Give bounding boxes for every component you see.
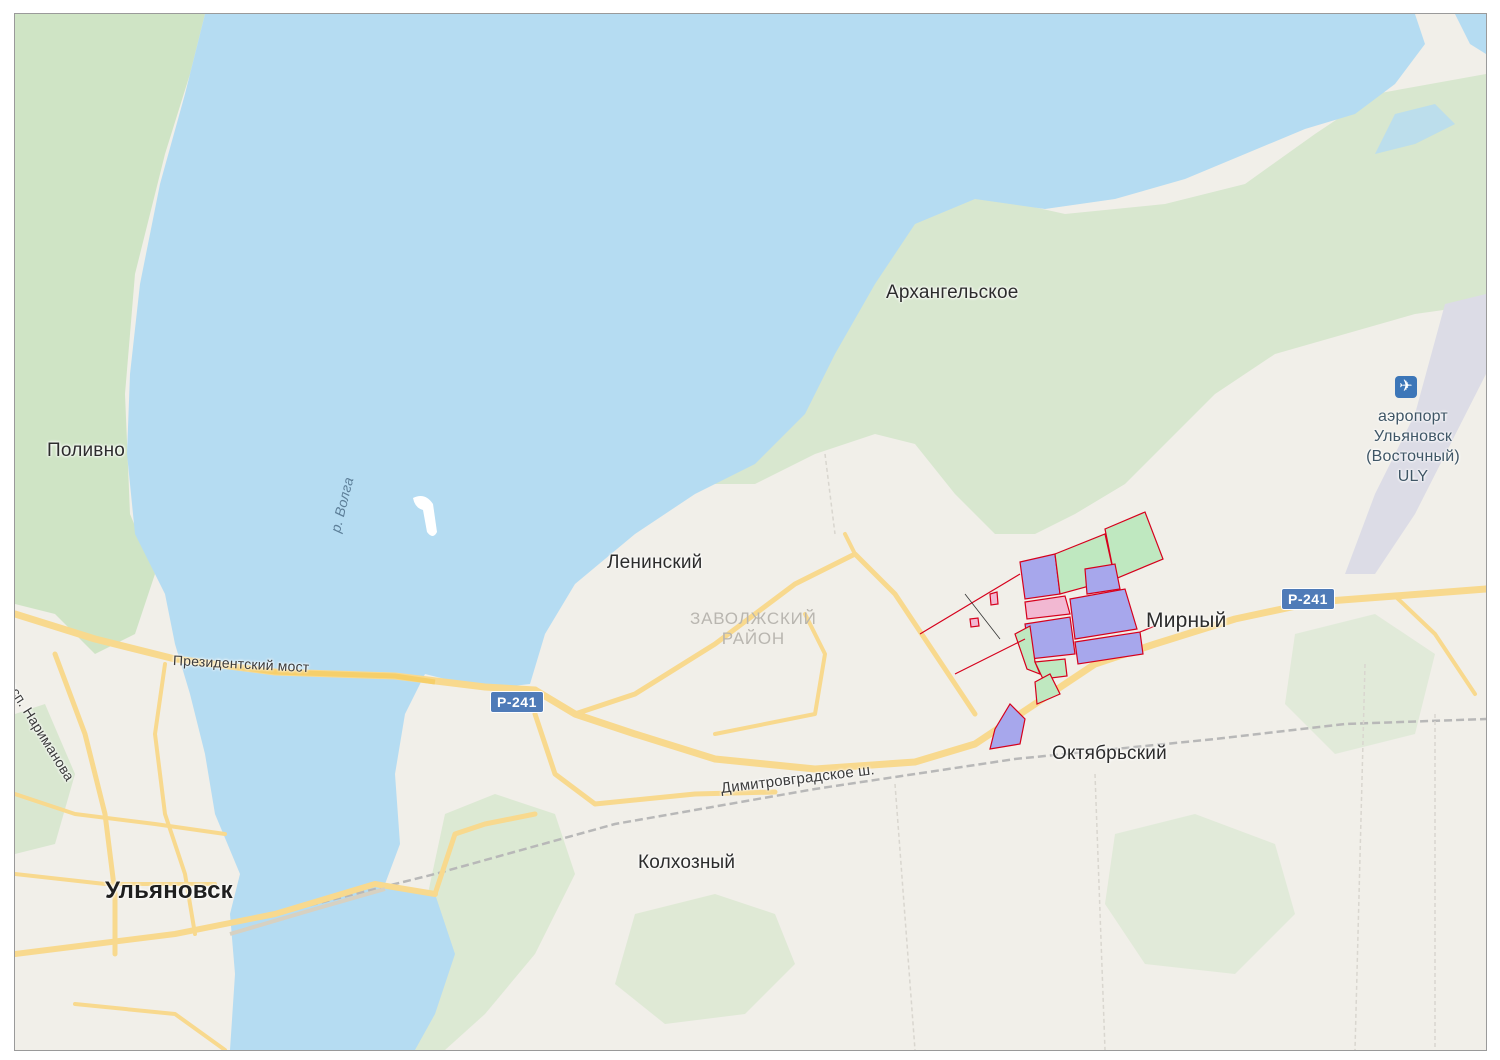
label-kolkhozny: Колхозный <box>638 852 736 873</box>
label-oktyabrsky: Октябрьский <box>1052 743 1167 764</box>
label-airport[interactable]: аэропорт Ульяновск (Восточный) ULY <box>1348 407 1478 487</box>
airport-code: ULY <box>1397 468 1429 485</box>
label-district-line1: ЗАВОЛЖСКИЙ <box>690 609 817 628</box>
label-district: ЗАВОЛЖСКИЙ РАЙОН <box>690 609 817 649</box>
airport-line2: Ульяновск <box>1373 428 1453 445</box>
airport-line1: аэропорт <box>1378 408 1448 425</box>
label-district-line2: РАЙОН <box>721 629 785 648</box>
airplane-icon[interactable]: ✈ <box>1395 376 1417 398</box>
label-leninsky: Ленинский <box>607 552 703 573</box>
map-frame: Ульяновск Поливно Ленинский ЗАВОЛЖСКИЙ Р… <box>14 13 1487 1051</box>
label-polivno: Поливно <box>47 440 126 461</box>
route-shield-r241-east: Р-241 <box>1281 588 1335 610</box>
label-arkhangelskoe: Архангельское <box>886 282 1019 303</box>
label-mirny: Мирный <box>1146 609 1227 632</box>
label-ulyanovsk: Ульяновск <box>105 877 233 904</box>
route-shield-r241-west: Р-241 <box>490 691 544 713</box>
airport-line3: (Восточный) <box>1366 448 1460 465</box>
map-canvas[interactable] <box>15 14 1486 1050</box>
